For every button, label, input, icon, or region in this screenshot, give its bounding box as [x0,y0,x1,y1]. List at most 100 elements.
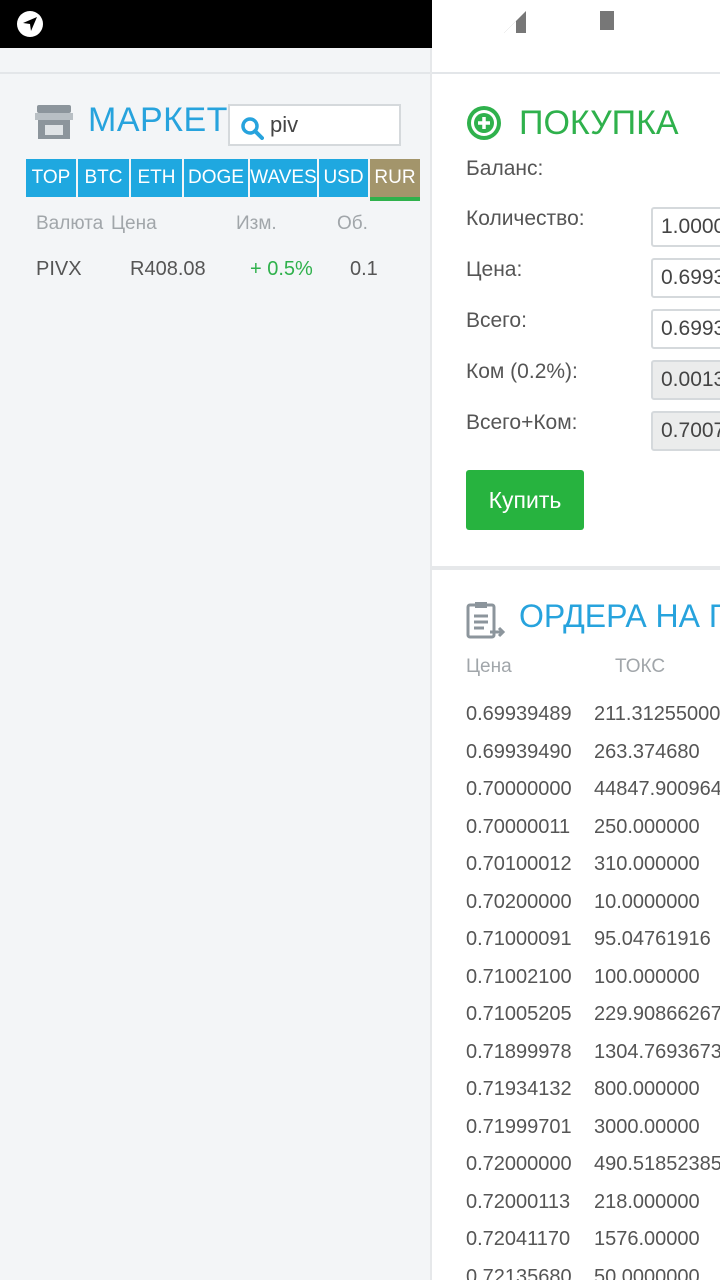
column-header-change[interactable]: Изм. [236,213,277,235]
order-amount: 263.374680 [594,740,700,763]
buy-button[interactable]: Купить [466,470,584,530]
order-row[interactable]: 0.69939489 211.31255000 [466,696,720,734]
fee-label: Ком (0.2%): [466,360,578,383]
divider [0,72,430,74]
row-volume: 0.1 [350,258,378,280]
order-price: 0.70200000 [466,890,572,913]
order-price: 0.71002100 [466,965,572,988]
order-amount: 100.000000 [594,965,700,988]
tab-eth[interactable]: ETH [131,159,182,197]
column-header-price[interactable]: Цена [111,213,157,235]
order-row[interactable]: 0.71000091 95.04761916 [466,921,720,959]
order-amount: 211.31255000 [594,703,720,726]
clipboard-icon [466,600,506,640]
total-fee-field: 0.70079368 [651,411,720,451]
clock: 17:44 [622,8,693,39]
order-row[interactable]: 0.71005205 229.90866267 [466,996,720,1034]
order-row[interactable]: 0.70000000 44847.900964 [466,771,720,809]
order-row[interactable]: 0.70100012 310.000000 [466,846,720,884]
tab-btc[interactable]: BTC [78,159,129,197]
total-input[interactable]: 0.69939489 [651,309,720,349]
order-price: 0.71000091 [466,928,572,951]
order-amount: 50.0000000 [594,1265,700,1280]
status-bar: 20% 17:44 [0,0,720,48]
wifi-icon [468,9,494,39]
search-input[interactable] [270,110,395,140]
order-row[interactable]: 0.70000011 250.000000 [466,809,720,847]
order-price: 0.72000000 [466,1153,572,1176]
orders-header-price[interactable]: Цена [466,656,512,678]
order-row[interactable]: 0.72000113 218.000000 [466,1184,720,1222]
order-price: 0.71999701 [466,1115,572,1138]
order-amount: 218.000000 [594,1190,700,1213]
search-box[interactable] [228,104,401,146]
order-amount: 10.0000000 [594,890,700,913]
price-label: Цена: [466,258,523,281]
order-row[interactable]: 0.72135680 50.0000000 [466,1259,720,1280]
order-amount: 95.04761916 [594,928,711,951]
currency-tabs: TOP BTC ETH DOGE WAVES USD RUR [26,159,420,201]
order-amount: 800.000000 [594,1078,700,1101]
order-row[interactable]: 0.71999701 3000.00000 [466,1109,720,1147]
order-price: 0.69939490 [466,740,572,763]
buy-title: ПОКУПКА [519,104,679,142]
order-price: 0.70000011 [466,815,571,838]
order-price: 0.71934132 [466,1078,572,1101]
order-price: 0.71005205 [466,1003,572,1026]
order-row[interactable]: 0.70200000 10.0000000 [466,884,720,922]
battery-icon [600,8,615,40]
order-amount: 490.51852385 [594,1153,720,1176]
section-divider [432,566,720,570]
order-price: 0.69939489 [466,703,572,726]
order-amount: 250.000000 [594,815,700,838]
order-price: 0.71899978 [466,1040,572,1063]
tab-rur[interactable]: RUR [370,159,420,201]
order-row[interactable]: 0.71899978 1304.7693673 [466,1034,720,1072]
order-price: 0.70100012 [466,853,572,876]
plus-circle-icon [466,105,502,141]
market-panel: МАРКЕТ TOP BTC ETH DOGE WAVES USD RUR Ва… [0,48,430,1280]
row-change: + 0.5% [250,258,313,280]
order-row[interactable]: 0.69939490 263.374680 [466,734,720,772]
alarm-icon [432,8,460,40]
price-input[interactable]: 0.69939489 [651,258,720,298]
order-amount: 44847.900964 [594,778,720,801]
order-row[interactable]: 0.71934132 800.000000 [466,1071,720,1109]
search-icon [240,116,264,144]
store-icon [35,105,73,139]
quantity-label: Количество: [466,207,585,230]
order-row[interactable]: 0.72041170 1576.00000 [466,1221,720,1259]
order-row[interactable]: 0.72000000 490.51852385 [466,1146,720,1184]
signal-icon [502,9,528,39]
orders-header-amount[interactable]: ТОКС [615,656,665,678]
order-amount: 1576.00000 [594,1228,700,1251]
order-amount: 310.000000 [594,853,700,876]
tab-top[interactable]: TOP [26,159,76,197]
order-row[interactable]: 0.71002100 100.000000 [466,959,720,997]
fee-field: 0.00139879 [651,360,720,400]
column-header-currency[interactable]: Валюта [36,213,103,235]
order-price: 0.70000000 [466,778,572,801]
navigation-icon [17,11,43,37]
total-label: Всего: [466,309,527,332]
quantity-input[interactable]: 1.00000000 [651,207,720,247]
market-title: МАРКЕТ [88,101,228,139]
tab-doge[interactable]: DOGE [184,159,248,197]
orders-list: 0.69939489 211.31255000 0.69939490 263.374… [466,696,720,1280]
divider [432,72,720,74]
order-amount: 1304.7693673 [594,1040,720,1063]
row-currency: PIVX [36,258,82,280]
column-header-volume[interactable]: Об. [337,213,368,235]
tab-waves[interactable]: WAVES [250,159,317,197]
order-price: 0.72041170 [466,1228,571,1251]
balance-label: Баланс: [466,157,544,180]
row-price: R408.08 [130,258,206,280]
order-amount: 3000.00000 [594,1115,700,1138]
total-fee-label: Всего+Ком: [466,411,578,434]
tab-usd[interactable]: USD [319,159,368,197]
order-amount: 229.90866267 [594,1003,720,1026]
battery-percent: 20% [536,8,593,39]
buy-panel: ПОКУПКА Баланс: Количество: 1.00000000 Ц… [432,48,720,1280]
orders-title: ОРДЕРА НА П [519,598,720,634]
order-price: 0.72135680 [466,1265,572,1280]
